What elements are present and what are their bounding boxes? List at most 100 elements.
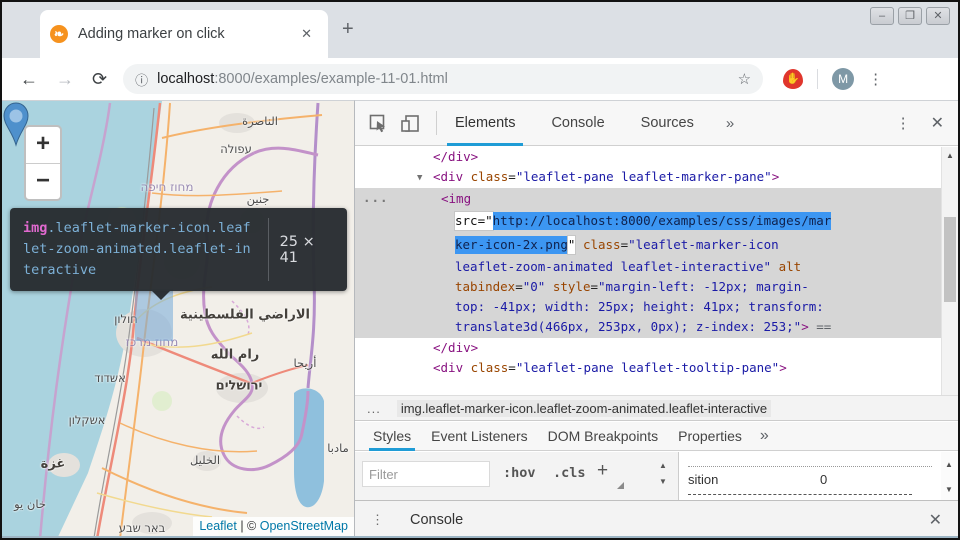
metric-value[interactable]: 0: [820, 472, 827, 487]
back-icon[interactable]: ←: [20, 69, 38, 90]
sidebar-more-tabs-icon[interactable]: »: [760, 427, 769, 445]
code-text: class: [470, 169, 509, 184]
close-button[interactable]: ✕: [926, 7, 950, 25]
tab-sources[interactable]: Sources: [637, 101, 698, 146]
url-path: :8000/examples/example-11-01.html: [214, 71, 448, 87]
map-label: אשדוד: [94, 371, 126, 385]
profile-avatar[interactable]: M: [832, 68, 855, 90]
browser-toolbar: ← → ⟳ ⓘ localhost :8000/examples/example…: [2, 58, 958, 100]
map-label: עפולה: [220, 142, 252, 156]
code-text: "leaflet-pane leaflet-tooltip-pane": [515, 360, 780, 375]
selected-text: ker-icon-2x.png: [455, 236, 568, 254]
map-label: جنين: [246, 192, 270, 206]
minimize-button[interactable]: –: [870, 7, 894, 25]
code-text: >: [771, 169, 780, 184]
code-text: top: -41px; width: 25px; height: 41px; t…: [455, 299, 824, 314]
selected-node[interactable]: ... <img src="http://localhost:8000/exam…: [355, 188, 941, 338]
scroll-up-icon[interactable]: ▲: [655, 458, 671, 474]
new-tab-button[interactable]: +: [342, 18, 354, 41]
breadcrumb-selector[interactable]: img.leaflet-marker-icon.leaflet-zoom-ani…: [396, 399, 772, 417]
zoom-out-button[interactable]: −: [26, 163, 60, 199]
code-text: ==: [816, 319, 832, 334]
tab-dom-breakpoints[interactable]: DOM Breakpoints: [546, 422, 660, 451]
box-model-border: [688, 466, 932, 467]
url-bar[interactable]: ⓘ localhost :8000/examples/example-11-01…: [123, 64, 764, 94]
toggle-hover-button[interactable]: :hov: [503, 465, 536, 481]
tooltip-tag: img: [23, 220, 48, 236]
map-label: الناصرة: [242, 114, 278, 128]
maximize-button[interactable]: ❐: [898, 7, 922, 25]
code-text: "leaflet-marker-icon: [628, 237, 779, 252]
page-info-icon[interactable]: ⓘ: [135, 70, 148, 89]
metrics-scrollbar[interactable]: ▲ ▼: [941, 452, 958, 500]
styles-filter-input[interactable]: [362, 461, 490, 487]
box-model-border: [688, 494, 912, 495]
console-menu-icon[interactable]: ⋮: [371, 512, 384, 528]
map-label: באר שבע: [118, 521, 166, 535]
leaflet-map[interactable]: الناصرة עפולה מחוז חיפה جنين חולון מחוז …: [2, 100, 354, 538]
scroll-up-icon[interactable]: ▲: [942, 151, 958, 160]
elements-tree[interactable]: </div> ▼ <div class="leaflet-pane leaflet…: [355, 147, 941, 417]
tab-properties[interactable]: Properties: [676, 422, 744, 451]
reload-icon[interactable]: ⟳: [92, 69, 107, 90]
console-close-icon[interactable]: ✕: [929, 510, 942, 530]
map-label: الخليل: [189, 453, 221, 467]
attribute-editor[interactable]: src=": [455, 212, 493, 230]
devtools-close-icon[interactable]: ✕: [931, 113, 944, 133]
browser-tab[interactable]: ❧ Adding marker on click ✕: [40, 10, 328, 58]
map-label: غزة: [40, 456, 66, 472]
metric-label: sition: [688, 472, 719, 487]
osm-link[interactable]: OpenStreetMap: [260, 519, 348, 533]
adblock-extension-icon[interactable]: ✋: [783, 69, 804, 89]
window-controls: – ❐ ✕: [870, 7, 950, 25]
browser-menu-icon[interactable]: ⋮: [868, 70, 883, 88]
toggle-class-button[interactable]: .cls: [553, 465, 586, 481]
tooltip-size: 25 × 41: [279, 233, 315, 266]
map-label: مادبا: [327, 441, 349, 455]
leaflet-link[interactable]: Leaflet: [199, 519, 237, 533]
code-text: leaflet-zoom-animated leaflet-interactiv…: [455, 259, 772, 274]
code-text: class: [470, 360, 509, 375]
tab-event-listeners[interactable]: Event Listeners: [429, 422, 530, 451]
tab-console[interactable]: Console: [547, 101, 608, 146]
code-text: <img: [441, 191, 472, 206]
resize-handle-icon[interactable]: [617, 482, 624, 489]
breadcrumb: ... img.leaflet-marker-icon.leaflet-zoom…: [355, 395, 958, 421]
inspect-element-icon[interactable]: [369, 114, 388, 133]
code-text: style: [552, 279, 591, 294]
scroll-up-icon[interactable]: ▲: [941, 460, 957, 469]
url-host: localhost: [157, 71, 215, 87]
elements-scrollbar[interactable]: ▲ ▼: [941, 147, 958, 417]
expand-arrow-icon[interactable]: ▼: [417, 168, 433, 188]
scroll-down-icon[interactable]: ▼: [655, 474, 671, 490]
code-text: =: [620, 237, 629, 252]
map-label: אשקלון: [68, 413, 106, 427]
code-text: "margin-left: -12px; margin-: [598, 279, 809, 294]
more-tabs-icon[interactable]: »: [726, 115, 734, 132]
code-text: =: [590, 279, 599, 294]
map-label: خان يو: [14, 497, 46, 511]
tab-console-drawer[interactable]: Console: [403, 501, 470, 538]
scrollbar-thumb[interactable]: [944, 217, 956, 302]
map-label: ירושלים: [215, 378, 263, 394]
tab-close-icon[interactable]: ✕: [295, 24, 318, 44]
tab-styles[interactable]: Styles: [368, 422, 416, 451]
code-text: </div>: [433, 340, 479, 355]
code-text: class: [582, 237, 621, 252]
node-options-icon[interactable]: ...: [363, 190, 389, 205]
breadcrumb-ellipsis[interactable]: ...: [367, 401, 381, 416]
new-style-rule-button[interactable]: +: [597, 460, 608, 482]
bookmark-star-icon[interactable]: ☆: [738, 70, 751, 88]
tab-elements[interactable]: Elements: [446, 101, 524, 146]
code-text: translate3d(466px, 253px, 0px); z-index:…: [455, 319, 802, 334]
device-toolbar-icon[interactable]: [400, 114, 420, 133]
code-text: =: [508, 169, 516, 184]
devtools-menu-icon[interactable]: ⋮: [896, 114, 911, 132]
zoom-in-button[interactable]: +: [26, 127, 60, 163]
inspect-tooltip-selector: img.leaflet-marker-icon.leaflet-zoom-ani…: [23, 218, 257, 281]
console-drawer: ⋮ Console ✕: [355, 500, 958, 538]
styles-pane-scroll[interactable]: ▲ ▼: [655, 458, 671, 490]
window-bottom-edge: [2, 536, 958, 538]
scroll-down-icon[interactable]: ▼: [941, 485, 957, 494]
code-text: <div: [433, 169, 464, 184]
